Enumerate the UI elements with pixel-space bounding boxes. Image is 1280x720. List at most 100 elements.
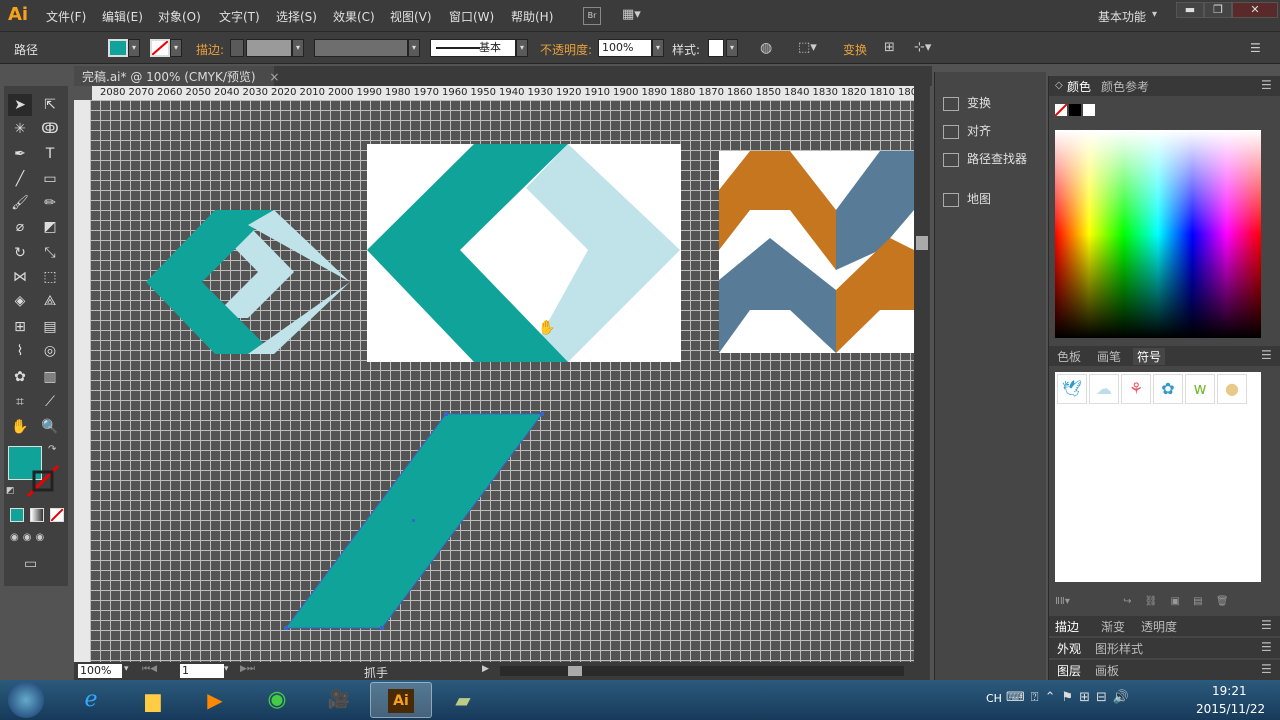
cloud-symbol-icon[interactable]: ☁ — [1089, 374, 1119, 404]
workspace-switcher[interactable]: 基本功能 — [1098, 8, 1146, 25]
media-player-taskbar-icon[interactable]: ▶ — [184, 682, 246, 718]
artboard-grid[interactable]: ✋ — [90, 100, 914, 662]
symbol-libraries-icon[interactable]: ⅡⅡ▾ — [1055, 596, 1070, 607]
blue-flower-symbol-icon[interactable]: ✿ — [1153, 374, 1183, 404]
workspace-chevron-down-icon[interactable]: ▾ — [1152, 9, 1157, 20]
menu-window[interactable]: 窗口(W) — [449, 8, 494, 25]
width-tool-icon[interactable]: ⋈ — [8, 266, 32, 288]
tab-appearance[interactable]: 外观 — [1057, 640, 1081, 657]
grass-symbol-icon[interactable]: ᴡ — [1185, 374, 1215, 404]
transform-panel-button[interactable]: 变换 — [943, 94, 991, 111]
eraser-tool-icon[interactable]: ◩ — [38, 216, 62, 238]
zoom-tool-icon[interactable]: 🔍 — [38, 416, 62, 438]
layers-panel-menu-icon[interactable]: ☰ — [1261, 662, 1272, 676]
color-panel-menu-icon[interactable]: ☰ — [1261, 78, 1272, 92]
symbol-options-icon[interactable]: ▣ — [1171, 596, 1180, 607]
none-swatch[interactable] — [1054, 103, 1068, 117]
opacity-dropdown[interactable]: ▾ — [652, 39, 664, 57]
menu-view[interactable]: 视图(V) — [390, 8, 432, 25]
panel-menu-icon[interactable]: ☰ — [1250, 41, 1261, 55]
arrange-documents-icon[interactable]: ▦▾ — [622, 7, 650, 25]
opacity-input[interactable]: 100% — [598, 39, 652, 57]
hand-tool-icon[interactable]: ✋ — [8, 416, 32, 438]
tab-transparency[interactable]: 透明度 — [1141, 618, 1177, 635]
stroke-label[interactable]: 描边: — [196, 41, 224, 58]
type-tool-icon[interactable]: T — [38, 143, 62, 165]
tab-stroke[interactable]: 描边 — [1055, 618, 1079, 635]
explorer-taskbar-icon[interactable]: ▆ — [122, 682, 184, 718]
zoom-dropdown-icon[interactable]: ▾ — [124, 664, 129, 674]
close-button[interactable]: ✕ — [1232, 2, 1278, 18]
menu-type[interactable]: 文字(T) — [219, 8, 260, 25]
vertical-scrollbar[interactable] — [914, 86, 930, 662]
menu-object[interactable]: 对象(O) — [158, 8, 201, 25]
stroke-dropdown[interactable]: ▾ — [170, 39, 182, 57]
fill-dropdown[interactable]: ▾ — [128, 39, 140, 57]
rotate-tool-icon[interactable]: ↻ — [8, 242, 32, 264]
eyedropper-tool-icon[interactable]: ⌇ — [8, 340, 32, 362]
tab-brushes[interactable]: 画笔 — [1097, 348, 1121, 365]
scroll-thumb[interactable] — [916, 236, 928, 250]
restore-button[interactable]: ❐ — [1204, 2, 1232, 18]
symbols-panel-menu-icon[interactable]: ☰ — [1261, 348, 1272, 362]
flower-symbol-icon[interactable]: ⚘ — [1121, 374, 1151, 404]
document-tab[interactable]: 完稿.ai* @ 100% (CMYK/预览) × — [74, 66, 279, 86]
variable-width-profile[interactable] — [314, 39, 408, 57]
none-mode-icon[interactable] — [50, 508, 64, 522]
stroke-weight-stepper[interactable] — [230, 39, 244, 57]
tab-symbols[interactable]: 符号 — [1133, 348, 1166, 365]
tab-color-guide[interactable]: 颜色参考 — [1101, 78, 1149, 95]
symbol-sprayer-tool-icon[interactable]: ✿ — [8, 366, 32, 388]
horizontal-scroll-thumb[interactable] — [568, 666, 582, 676]
recorder-taskbar-icon[interactable]: 🎥 — [308, 682, 370, 718]
ie-taskbar-icon[interactable]: ℯ — [60, 682, 122, 718]
input-language-indicator[interactable]: CH — [986, 692, 1002, 705]
transform-link[interactable]: 变换 — [843, 41, 867, 58]
illustrator-taskbar-button[interactable]: Ai — [370, 682, 432, 718]
delete-symbol-icon[interactable]: 🗑 — [1216, 596, 1229, 607]
start-button[interactable] — [8, 682, 44, 718]
tab-graphic-styles[interactable]: 图形样式 — [1095, 640, 1143, 657]
appearance-panel-menu-icon[interactable]: ☰ — [1261, 640, 1272, 654]
place-symbol-icon[interactable]: ↪ — [1123, 596, 1131, 607]
default-colors-icon[interactable]: ◩ — [6, 486, 15, 496]
stroke-panel-menu-icon[interactable]: ☰ — [1261, 618, 1272, 632]
tab-swatches[interactable]: 色板 — [1057, 348, 1081, 365]
stroke-weight-input[interactable] — [246, 39, 292, 57]
magic-wand-tool-icon[interactable]: ✳ — [8, 118, 32, 140]
menu-select[interactable]: 选择(S) — [276, 8, 317, 25]
bird-symbol-icon[interactable]: 🕊 — [1057, 374, 1087, 404]
first-artboard-icon[interactable]: ⏮◀ — [142, 664, 157, 674]
rectangle-tool-icon[interactable]: ▭ — [38, 168, 62, 190]
mesh-tool-icon[interactable]: ⊞ — [8, 316, 32, 338]
shape-builder-tool-icon[interactable]: ◈ — [8, 290, 32, 312]
opacity-label[interactable]: 不透明度: — [540, 41, 592, 58]
swap-fill-stroke-icon[interactable]: ↷ — [48, 444, 56, 455]
new-symbol-icon[interactable]: ▤ — [1193, 596, 1202, 607]
tab-artboards[interactable]: 画板 — [1095, 662, 1119, 679]
slice-tool-icon[interactable]: ⟋ — [38, 391, 62, 413]
artboard-tool-icon[interactable]: ⌗ — [8, 391, 32, 413]
brush-dropdown[interactable]: ▾ — [516, 39, 528, 57]
tab-gradient[interactable]: 渐变 — [1101, 618, 1125, 635]
recolor-artwork-icon[interactable]: ◍ — [760, 40, 772, 56]
graphic-style-swatch[interactable] — [708, 39, 724, 57]
drawing-modes-icon[interactable]: ◉◉◉ — [10, 532, 66, 546]
fill-swatch[interactable] — [108, 39, 128, 57]
close-tab-icon[interactable]: × — [269, 70, 279, 84]
align-panel-button[interactable]: 对齐 — [943, 122, 991, 139]
paintbrush-tool-icon[interactable]: 🖌 — [8, 192, 32, 214]
scale-tool-icon[interactable]: ⤡ — [38, 242, 62, 264]
bridge-button[interactable]: Br — [583, 7, 601, 25]
stroke-weight-dropdown[interactable]: ▾ — [292, 39, 304, 57]
free-transform-tool-icon[interactable]: ⬚ — [38, 266, 62, 288]
align-options-icon[interactable]: ⬚▾ — [798, 40, 817, 55]
profile-dropdown[interactable]: ▾ — [408, 39, 420, 57]
collapse-icon[interactable]: ◇ — [1055, 80, 1063, 91]
perspective-grid-tool-icon[interactable]: ⟁ — [38, 290, 62, 312]
artboard-dropdown-icon[interactable]: ▾ — [224, 664, 229, 674]
blend-tool-icon[interactable]: ◎ — [38, 340, 62, 362]
screen-mode-icon[interactable]: ▭ — [24, 556, 37, 572]
pathfinder-panel-button[interactable]: 路径查找器 — [943, 150, 1027, 167]
column-graph-tool-icon[interactable]: ▥ — [38, 366, 62, 388]
